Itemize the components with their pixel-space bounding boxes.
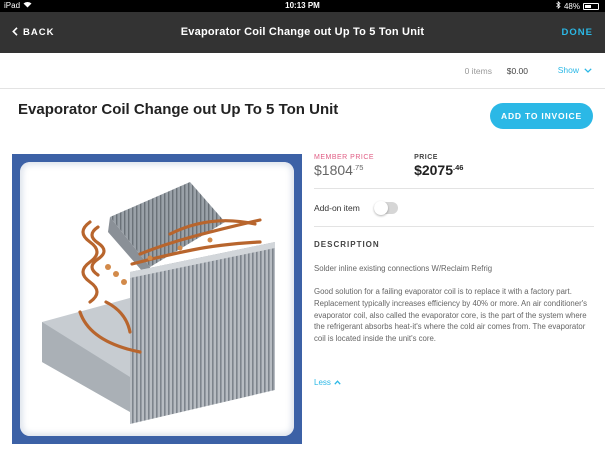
show-label: Show	[557, 65, 579, 75]
member-price-cents: .75	[352, 163, 364, 172]
bluetooth-icon	[556, 0, 561, 11]
description-short: Solder inline existing connections W/Rec…	[314, 264, 493, 273]
toggle-knob	[373, 201, 388, 215]
evaporator-coil-image	[20, 162, 294, 436]
product-image	[12, 154, 302, 444]
divider	[314, 226, 594, 227]
member-price: MEMBER PRICE $1804.75	[314, 154, 374, 178]
battery-percent: 48%	[563, 1, 580, 11]
add-to-invoice-button[interactable]: ADD TO INVOICE	[490, 103, 593, 129]
chevron-down-icon	[584, 65, 592, 75]
battery-icon	[583, 2, 599, 10]
nav-bar: BACK Evaporator Coil Change out Up To 5 …	[0, 12, 605, 53]
price-dollars: $2075	[414, 162, 453, 178]
description-heading: DESCRIPTION	[314, 240, 380, 249]
less-label: Less	[314, 378, 331, 387]
chevron-up-icon	[334, 378, 341, 387]
show-dropdown[interactable]: Show	[558, 65, 592, 75]
addon-label: Add-on item	[314, 203, 360, 213]
battery-fill	[585, 4, 591, 8]
less-link[interactable]: Less	[314, 378, 341, 387]
status-time: 10:13 PM	[285, 1, 320, 10]
item-count: 0 items	[464, 66, 492, 76]
member-price-label: MEMBER PRICE	[314, 154, 375, 161]
addon-toggle[interactable]	[373, 201, 398, 215]
product-title: Evaporator Coil Change out Up To 5 Ton U…	[18, 101, 339, 118]
done-button[interactable]: DONE	[562, 12, 593, 53]
description-long: Good solution for a failing evaporator c…	[314, 287, 588, 344]
invoice-summary-bar: 0 items $0.00 Show	[0, 53, 605, 89]
price-label: PRICE	[414, 154, 438, 161]
price-cents: .46	[453, 163, 464, 172]
price: PRICE $2075.46	[414, 154, 463, 178]
divider	[314, 188, 594, 189]
status-bar: iPad 10:13 PM 48%	[0, 0, 605, 12]
invoice-total: $0.00	[506, 66, 528, 76]
nav-title: Evaporator Coil Change out Up To 5 Ton U…	[180, 26, 425, 38]
member-price-dollars: $1804	[314, 162, 353, 178]
